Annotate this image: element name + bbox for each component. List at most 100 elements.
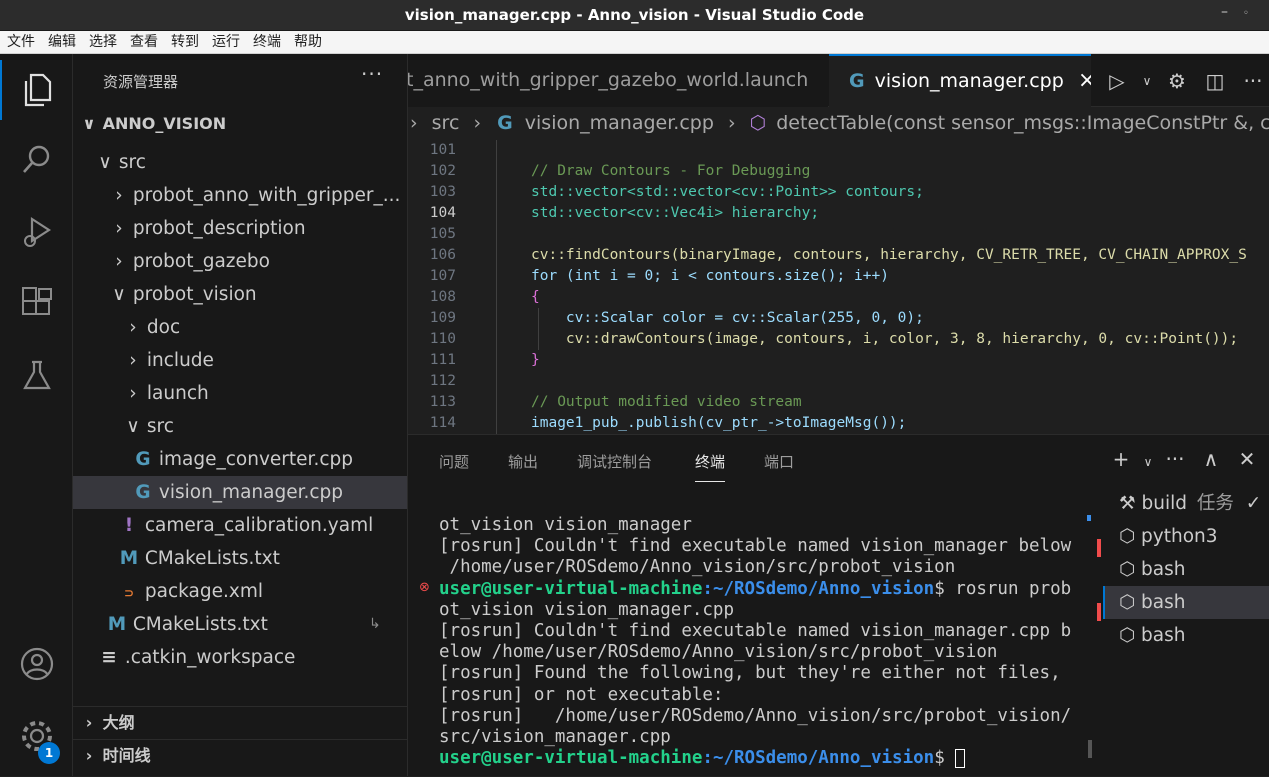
cpp-file-icon: G (497, 112, 513, 134)
tree-file[interactable]: G image_converter.cpp (73, 443, 407, 476)
tree-file[interactable]: ! camera_calibration.yaml (73, 509, 407, 542)
menu-view[interactable]: 查看 (123, 31, 164, 52)
testing-icon[interactable] (0, 346, 73, 406)
terminal-list-item-active[interactable]: ⬡ bash (1103, 586, 1269, 619)
tab-problems[interactable]: 问题 (439, 451, 469, 472)
breadcrumb-item[interactable]: detectTable(const sensor_msgs::ImageCons… (776, 107, 1269, 140)
line-number: 105 (429, 226, 456, 242)
tree-file-selected[interactable]: G vision_manager.cpp (73, 476, 407, 509)
line-number: 101 (429, 142, 456, 158)
tree-folder[interactable]: › include (73, 344, 407, 377)
tree-folder[interactable]: › probot_gazebo (73, 245, 407, 278)
tree-file[interactable]: M CMakeLists.txt (73, 542, 407, 575)
tree-folder[interactable]: › probot_anno_with_gripper_... (73, 179, 407, 212)
tree-folder[interactable]: ∨ src (73, 410, 407, 443)
tree-folder[interactable]: › doc (73, 311, 407, 344)
workspace-root[interactable]: ∨ ANNO_VISION (73, 107, 407, 140)
line-number: 103 (429, 184, 456, 200)
outline-section[interactable]: › 大纲 (73, 706, 407, 739)
menu-go[interactable]: 转到 (164, 31, 205, 52)
timeline-section[interactable]: › 时间线 (73, 739, 407, 772)
account-icon[interactable] (0, 634, 73, 694)
terminal-output[interactable]: ot_vision vision_manager [rosrun] Couldn… (439, 515, 1079, 769)
terminal-icon: ⬡ (1119, 592, 1136, 613)
chevron-down-icon: ∨ (82, 114, 96, 133)
explorer-icon[interactable] (0, 60, 73, 120)
maximize-panel-icon[interactable]: ∧ (1193, 447, 1229, 477)
tree-folder[interactable]: ∨ probot_vision (73, 278, 407, 311)
tab-vision-manager[interactable]: G vision_manager.cpp × (829, 54, 1091, 107)
code-editor[interactable]: 101 102 103 104 105 106 107 108 109 110 … (408, 140, 1269, 434)
tree-folder[interactable]: › probot_description (73, 212, 407, 245)
more-actions-icon[interactable]: ··· (1157, 447, 1193, 477)
window-title: vision_manager.cpp - Anno_vision - Visua… (404, 6, 865, 24)
chevron-icon: › (115, 185, 123, 206)
terminal-list-item[interactable]: ⬡ python3 (1103, 520, 1269, 553)
search-icon[interactable] (0, 130, 73, 190)
menu-terminal[interactable]: 终端 (246, 31, 287, 52)
tree-item-label: src (146, 416, 174, 437)
run-icon[interactable]: ▷ (1098, 69, 1136, 93)
error-mark-icon: ⊗ (419, 580, 430, 595)
check-icon: ✓ (1245, 493, 1262, 514)
extensions-icon[interactable] (0, 274, 73, 334)
tab-debug-console[interactable]: 调试控制台 (577, 451, 652, 472)
activity-bar: 1 (0, 54, 73, 776)
method-icon: ⬡ (749, 112, 767, 134)
breadcrumb-item[interactable]: src (432, 107, 460, 140)
line-number-current: 104 (429, 205, 456, 221)
close-panel-icon[interactable]: ✕ (1229, 447, 1265, 477)
tree-item-label: vision_manager.cpp (158, 482, 344, 503)
terminal-line: [rosrun] or not executable: (439, 684, 724, 705)
menu-selection[interactable]: 选择 (82, 31, 123, 52)
line-number: 106 (429, 247, 456, 263)
settings-gear-icon[interactable]: ⚙ (1158, 69, 1196, 93)
prompt-sign: $ (934, 578, 945, 599)
run-debug-icon[interactable] (0, 202, 73, 262)
code-line: cv::drawContours(image, contours, i, col… (531, 331, 1239, 347)
tree-folder[interactable]: ∨ src (73, 146, 407, 179)
tab-ports[interactable]: 端口 (764, 451, 794, 472)
terminal-line: elow /home/user/ROSdemo/Anno_vision/src/… (439, 642, 998, 663)
breadcrumb-item[interactable]: vision_manager.cpp (525, 107, 714, 140)
terminal-list-item[interactable]: ⬡ bash (1103, 553, 1269, 586)
tab-label: vision_manager.cpp (874, 70, 1064, 92)
terminal-list-item-build[interactable]: ⚒ build 任务 ✓ (1103, 487, 1269, 520)
text-file-icon: ≡ (101, 647, 117, 668)
tab-terminal[interactable]: 终端 (695, 451, 726, 482)
menu-edit[interactable]: 编辑 (41, 31, 82, 52)
new-terminal-icon[interactable]: + (1103, 447, 1139, 477)
tree-file[interactable]: ⊃ package.xml (73, 575, 407, 608)
scrollbar-thumb[interactable] (1088, 740, 1092, 758)
maximize-icon[interactable]: ◦ (1243, 8, 1249, 19)
workspace-root-label: ANNO_VISION (102, 114, 227, 133)
terminal-icon: ⬡ (1119, 526, 1136, 547)
terminal-list-item[interactable]: ⬡ bash (1103, 619, 1269, 652)
chevron-down-icon[interactable]: ∨ (1136, 74, 1158, 88)
menu-file[interactable]: 文件 (0, 31, 41, 52)
minimize-icon[interactable]: – (1221, 4, 1228, 20)
tree-item-label: include (146, 350, 214, 371)
menu-run[interactable]: 运行 (205, 31, 246, 52)
timeline-label: 时间线 (102, 746, 151, 765)
line-number: 111 (429, 352, 456, 368)
more-actions-icon[interactable]: ··· (361, 62, 383, 86)
split-editor-icon[interactable]: ◫ (1196, 69, 1234, 93)
close-icon[interactable]: × (1078, 68, 1091, 93)
line-number: 108 (429, 289, 456, 305)
tree-folder[interactable]: › launch (73, 377, 407, 410)
menu-help[interactable]: 帮助 (287, 31, 328, 52)
tab-output[interactable]: 输出 (508, 451, 538, 472)
line-number: 112 (429, 373, 456, 389)
tree-item-label: doc (146, 317, 181, 338)
terminal-prompt-line: user@user-virtual-machine:~/ROSdemo/Anno… (439, 579, 1079, 600)
terminal-cursor (955, 748, 966, 768)
explorer-title: 资源管理器 (103, 73, 179, 91)
manage-gear-icon[interactable]: 1 (0, 706, 73, 766)
error-marker (1097, 539, 1101, 557)
more-actions-icon[interactable]: ··· (1234, 69, 1269, 93)
tab-launch-file[interactable]: t_anno_with_gripper_gazebo_world.launch (408, 54, 828, 107)
chevron-down-icon[interactable]: ∨ (1139, 447, 1157, 477)
tree-file[interactable]: ≡ .catkin_workspace (73, 641, 407, 674)
tree-file[interactable]: M CMakeLists.txt ↳ (73, 608, 407, 641)
